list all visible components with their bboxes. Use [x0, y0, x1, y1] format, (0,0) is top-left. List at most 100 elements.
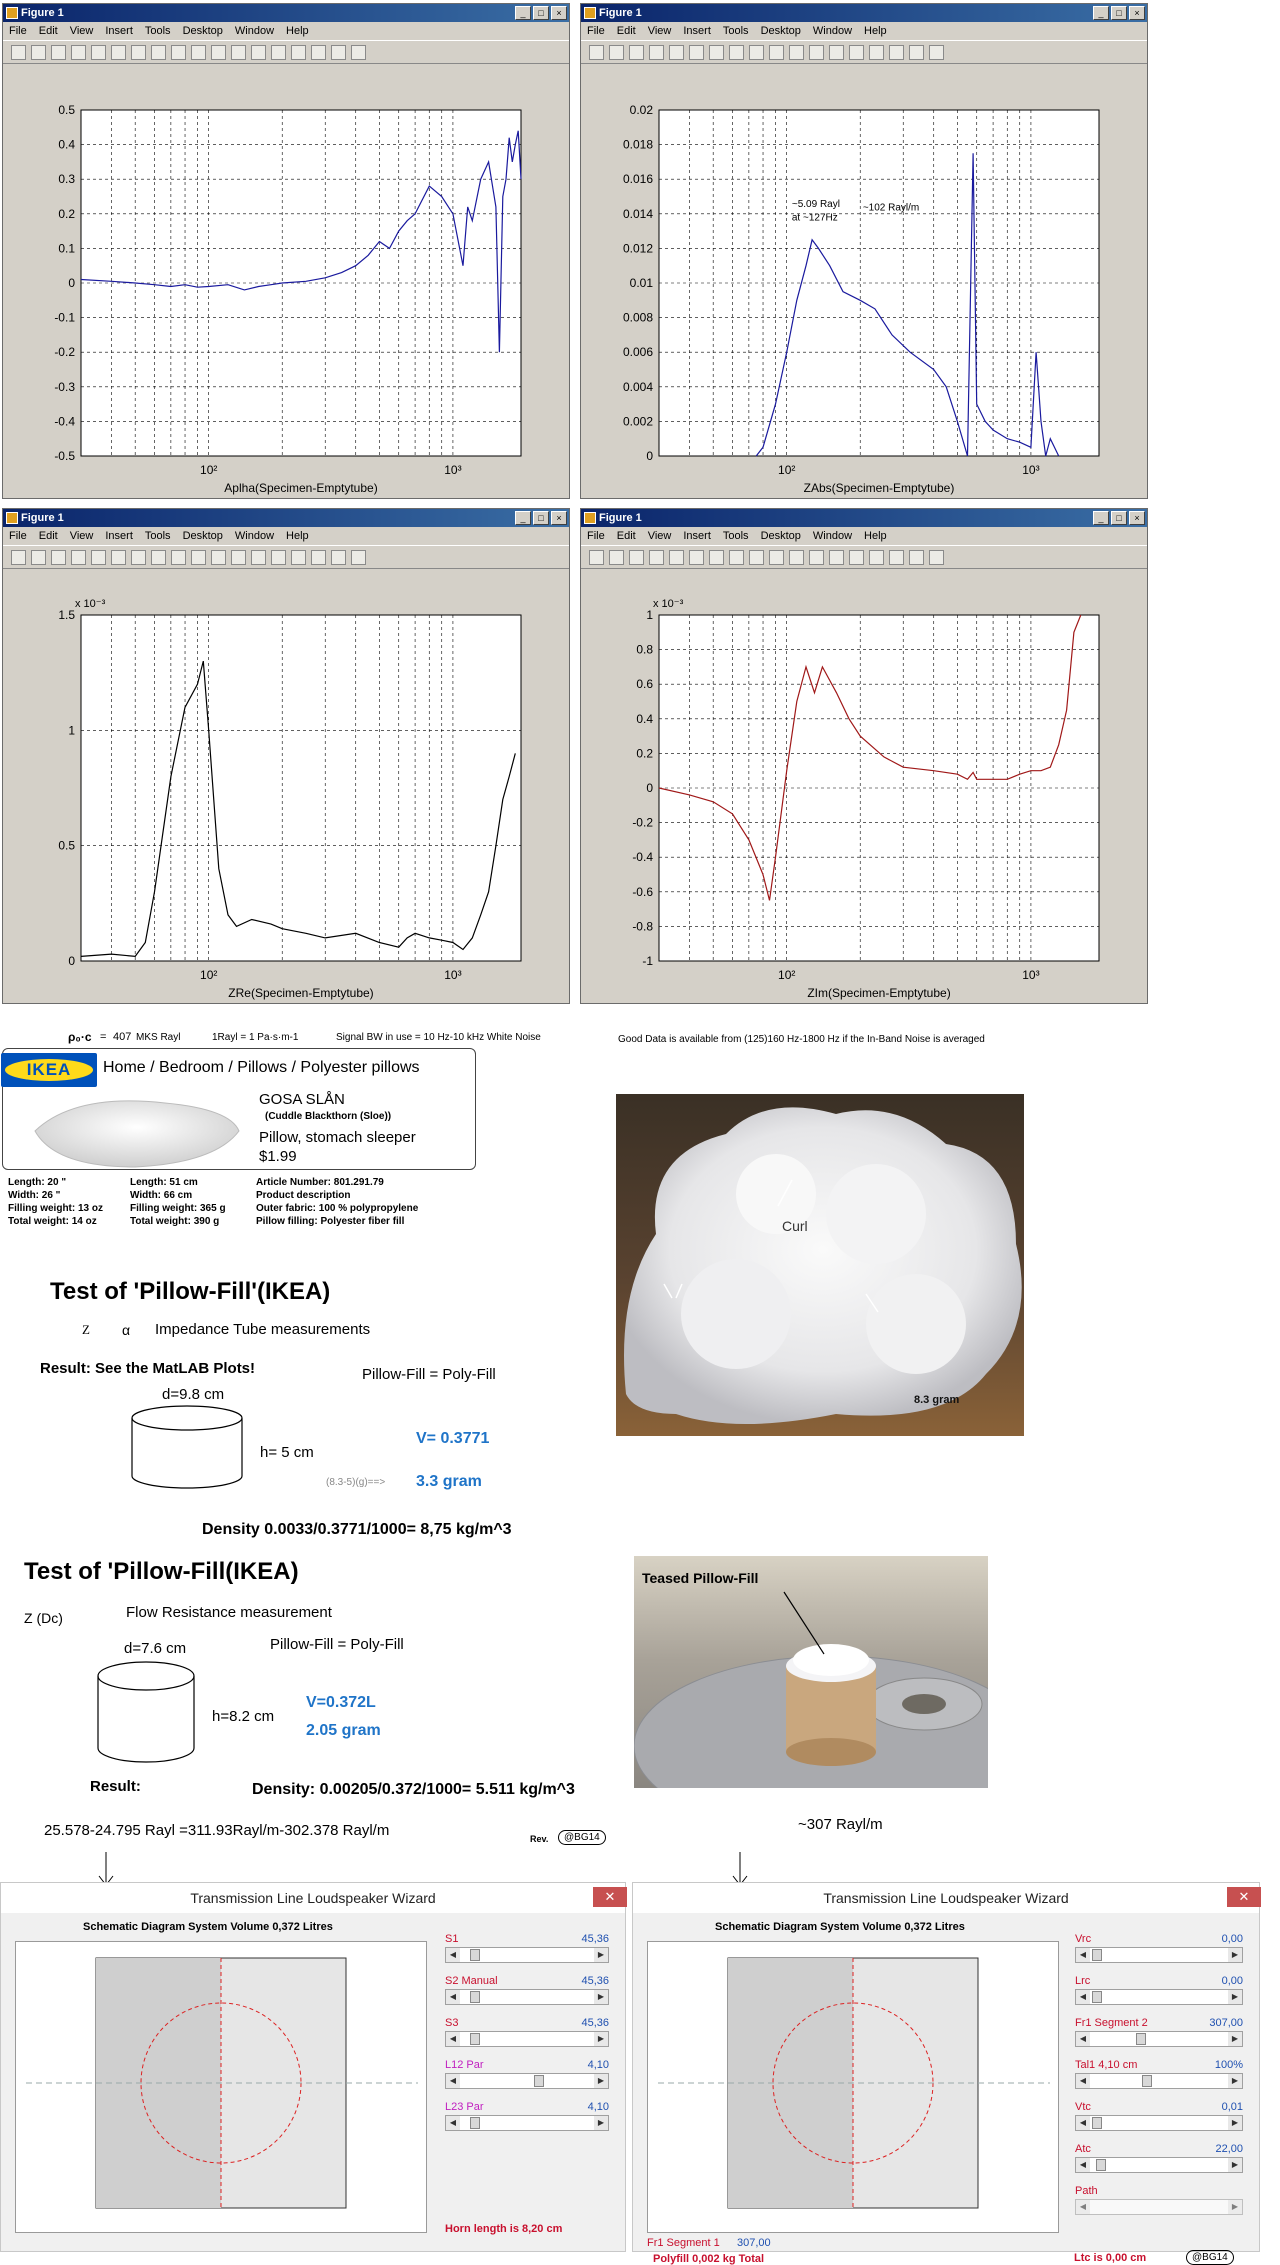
toolbar-tool-icon[interactable] — [789, 44, 804, 60]
toolbar-tool-icon[interactable] — [171, 549, 186, 565]
toolbar-tool-icon[interactable] — [311, 549, 326, 565]
toolbar-tool-icon[interactable] — [131, 549, 146, 565]
slider-s3[interactable]: ◀ ▶ — [445, 2031, 609, 2047]
toolbar-tool-icon[interactable] — [809, 44, 824, 60]
toolbar-tool-icon[interactable] — [649, 44, 664, 60]
close-button[interactable]: × — [1129, 511, 1145, 525]
menu-tools[interactable]: Tools — [723, 527, 749, 545]
maximize-button[interactable]: □ — [1111, 6, 1127, 20]
slider-atc[interactable]: ◀ ▶ — [1075, 2157, 1243, 2173]
minimize-button[interactable]: _ — [1093, 6, 1109, 20]
slider-path[interactable]: ◀ ▶ — [1075, 2199, 1243, 2215]
close-button[interactable]: ✕ — [593, 1887, 627, 1907]
toolbar-tool-icon[interactable] — [191, 44, 206, 60]
breadcrumb[interactable]: Home / Bedroom / Pillows / Polyester pil… — [103, 1059, 420, 1077]
toolbar-tool-icon[interactable] — [729, 549, 744, 565]
menu-edit[interactable]: Edit — [39, 527, 58, 545]
menu-help[interactable]: Help — [286, 22, 309, 40]
toolbar-tool-icon[interactable] — [709, 549, 724, 565]
toolbar-tool-icon[interactable] — [211, 549, 226, 565]
toolbar-tool-icon[interactable] — [91, 549, 106, 565]
slider-s1[interactable]: ◀ ▶ — [445, 1947, 609, 1963]
toolbar-tool-icon[interactable] — [111, 44, 126, 60]
toolbar-tool-icon[interactable] — [669, 549, 684, 565]
slider-l12[interactable]: ◀ ▶ — [445, 2073, 609, 2089]
toolbar-tool-icon[interactable] — [889, 549, 904, 565]
minimize-button[interactable]: _ — [515, 6, 531, 20]
menu-window[interactable]: Window — [235, 527, 274, 545]
menu-view[interactable]: View — [70, 22, 94, 40]
maximize-button[interactable]: □ — [1111, 511, 1127, 525]
menu-desktop[interactable]: Desktop — [761, 527, 801, 545]
toolbar-tool-icon[interactable] — [869, 44, 884, 60]
toolbar-tool-icon[interactable] — [609, 44, 624, 60]
toolbar-tool-icon[interactable] — [929, 44, 944, 60]
toolbar-tool-icon[interactable] — [729, 44, 744, 60]
toolbar-tool-icon[interactable] — [909, 44, 924, 60]
toolbar-tool-icon[interactable] — [151, 44, 166, 60]
toolbar-tool-icon[interactable] — [829, 549, 844, 565]
toolbar-tool-icon[interactable] — [689, 44, 704, 60]
toolbar-tool-icon[interactable] — [589, 44, 604, 60]
toolbar-tool-icon[interactable] — [889, 44, 904, 60]
toolbar-tool-icon[interactable] — [809, 549, 824, 565]
menu-insert[interactable]: Insert — [683, 527, 711, 545]
menu-view[interactable]: View — [648, 22, 672, 40]
toolbar-tool-icon[interactable] — [111, 549, 126, 565]
menu-desktop[interactable]: Desktop — [183, 22, 223, 40]
close-button[interactable]: × — [551, 511, 567, 525]
slider-vrc[interactable]: ◀ ▶ — [1075, 1947, 1243, 1963]
menu-file[interactable]: File — [9, 22, 27, 40]
slider-s2[interactable]: ◀ ▶ — [445, 1989, 609, 2005]
toolbar-tool-icon[interactable] — [649, 549, 664, 565]
close-button[interactable]: × — [551, 6, 567, 20]
toolbar-tool-icon[interactable] — [829, 44, 844, 60]
toolbar-tool-icon[interactable] — [151, 549, 166, 565]
toolbar-tool-icon[interactable] — [231, 549, 246, 565]
menu-view[interactable]: View — [648, 527, 672, 545]
toolbar-tool-icon[interactable] — [331, 44, 346, 60]
maximize-button[interactable]: □ — [533, 6, 549, 20]
toolbar-tool-icon[interactable] — [769, 44, 784, 60]
toolbar-tool-icon[interactable] — [351, 549, 366, 565]
slider-tal1[interactable]: ◀ ▶ — [1075, 2073, 1243, 2089]
menu-tools[interactable]: Tools — [145, 527, 171, 545]
toolbar-tool-icon[interactable] — [331, 549, 346, 565]
toolbar-tool-icon[interactable] — [231, 44, 246, 60]
toolbar-tool-icon[interactable] — [251, 44, 266, 60]
toolbar-tool-icon[interactable] — [51, 549, 66, 565]
slider-l23[interactable]: ◀ ▶ — [445, 2115, 609, 2131]
toolbar-tool-icon[interactable] — [271, 44, 286, 60]
menu-edit[interactable]: Edit — [617, 22, 636, 40]
toolbar-tool-icon[interactable] — [629, 44, 644, 60]
toolbar-tool-icon[interactable] — [291, 44, 306, 60]
slider-vtc[interactable]: ◀ ▶ — [1075, 2115, 1243, 2131]
menu-help[interactable]: Help — [286, 527, 309, 545]
toolbar-tool-icon[interactable] — [909, 549, 924, 565]
toolbar-tool-icon[interactable] — [91, 44, 106, 60]
toolbar-tool-icon[interactable] — [849, 549, 864, 565]
menu-window[interactable]: Window — [813, 22, 852, 40]
toolbar-tool-icon[interactable] — [789, 549, 804, 565]
menu-file[interactable]: File — [587, 22, 605, 40]
toolbar-tool-icon[interactable] — [769, 549, 784, 565]
menu-insert[interactable]: Insert — [683, 22, 711, 40]
menu-desktop[interactable]: Desktop — [761, 22, 801, 40]
slider-fr1[interactable]: ◀ ▶ — [1075, 2031, 1243, 2047]
toolbar-tool-icon[interactable] — [171, 44, 186, 60]
toolbar-tool-icon[interactable] — [669, 44, 684, 60]
toolbar-tool-icon[interactable] — [11, 549, 26, 565]
toolbar-tool-icon[interactable] — [709, 44, 724, 60]
toolbar-tool-icon[interactable] — [749, 44, 764, 60]
menu-file[interactable]: File — [587, 527, 605, 545]
toolbar-tool-icon[interactable] — [131, 44, 146, 60]
menu-help[interactable]: Help — [864, 527, 887, 545]
menu-edit[interactable]: Edit — [39, 22, 58, 40]
toolbar-tool-icon[interactable] — [271, 549, 286, 565]
toolbar-tool-icon[interactable] — [629, 549, 644, 565]
minimize-button[interactable]: _ — [1093, 511, 1109, 525]
menu-window[interactable]: Window — [813, 527, 852, 545]
toolbar-tool-icon[interactable] — [689, 549, 704, 565]
toolbar-tool-icon[interactable] — [849, 44, 864, 60]
menu-window[interactable]: Window — [235, 22, 274, 40]
